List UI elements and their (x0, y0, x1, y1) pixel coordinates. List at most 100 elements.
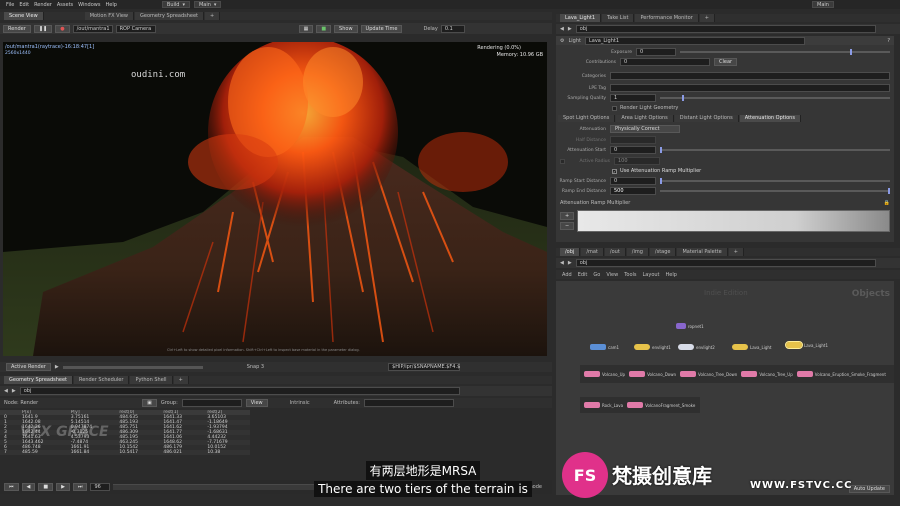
rop-node-field[interactable]: /out/mantra1 (72, 24, 113, 33)
forward-arrow-icon[interactable]: ▶ (12, 388, 16, 394)
menu-edit[interactable]: Edit (19, 2, 29, 8)
menu-help[interactable]: Help (105, 2, 116, 8)
attenuation-dropdown[interactable]: Physically Correct (610, 125, 680, 133)
net-menu-tools[interactable]: Tools (624, 272, 636, 278)
right-main-dropdown[interactable]: Main (812, 1, 834, 8)
half-distance-field[interactable] (610, 136, 656, 144)
render-progress-slider[interactable] (62, 365, 203, 369)
net-menu-edit[interactable]: Edit (578, 272, 588, 278)
stop-playback-icon[interactable]: ■ (38, 483, 54, 491)
node-envlight1[interactable]: envlight1 (634, 344, 671, 350)
ramp-add-icon[interactable]: + (560, 212, 575, 220)
ramp-end-field[interactable]: 500 (610, 187, 656, 195)
node-lava-light1[interactable]: Lava_Light1 (785, 341, 828, 349)
tab-out[interactable]: /out (604, 248, 626, 256)
node-volcano-up[interactable]: Volcano_Up (584, 371, 625, 377)
jump-end-icon[interactable]: ⏭ (72, 483, 88, 491)
build-dropdown[interactable]: Build ▾ (161, 1, 190, 8)
node-name-field[interactable]: Lava_Light1 (584, 36, 805, 45)
node-ropnet1[interactable]: ropnet1 (676, 323, 704, 329)
step-back-icon[interactable]: ◀ (21, 483, 36, 491)
sampling-slider[interactable] (660, 95, 890, 101)
output-path-field[interactable]: $HIP/ipr/$SNAPNAME.$F4.$ (388, 363, 460, 371)
tab-geometry-spreadsheet-lower[interactable]: Geometry Spreadsheet (4, 376, 74, 384)
params-path-field[interactable]: obj (575, 25, 876, 33)
add-tab-button[interactable]: + (205, 12, 221, 20)
net-menu-help[interactable]: Help (666, 272, 677, 278)
grid-icon[interactable]: ▦ (298, 24, 314, 33)
exposure-field[interactable]: 0 (636, 48, 676, 56)
node-envlight2[interactable]: envlight2 (678, 344, 715, 350)
tab-material-palette[interactable]: Material Palette (677, 248, 728, 256)
table-row[interactable]: 7 485.59 1661.84 10.5417 486.021 10.38 (0, 450, 250, 455)
net-menu-go[interactable]: Go (593, 272, 600, 278)
play-icon[interactable]: ▶ (55, 364, 59, 370)
render-light-geo-checkbox[interactable] (612, 105, 617, 111)
back-arrow-icon[interactable]: ◀ (560, 260, 564, 266)
tab-img[interactable]: /img (626, 248, 649, 256)
render-viewport[interactable]: /out/mantra1(raytrace)-16:18:47[1] 2560x… (3, 42, 547, 356)
node-rock-lava[interactable]: Rock_Lava (584, 402, 623, 408)
node-cam1[interactable]: cam1 (590, 344, 619, 350)
active-render-button[interactable]: Active Render (6, 363, 51, 371)
add-tab-button[interactable]: + (699, 14, 715, 22)
add-tab-button[interactable]: + (728, 248, 744, 256)
use-ramp-checkbox[interactable]: ✓ (612, 168, 617, 174)
menu-windows[interactable]: Windows (78, 2, 100, 8)
forward-arrow-icon[interactable]: ▶ (568, 26, 572, 32)
forward-arrow-icon[interactable]: ▶ (568, 260, 572, 266)
tab-performance-monitor[interactable]: Performance Monitor (635, 14, 699, 22)
node-volcano-tree-down[interactable]: Volcano_Tree_Down (680, 371, 737, 377)
ramp-remove-icon[interactable]: − (560, 222, 575, 230)
net-menu-layout[interactable]: Layout (643, 272, 660, 278)
network-editor[interactable]: Indie Edition Objects ropnet1 cam1 envli… (556, 281, 894, 495)
update-time-button[interactable]: Update Time (360, 24, 403, 33)
jump-start-icon[interactable]: ⏮ (4, 483, 19, 491)
tab-obj[interactable]: /obj (560, 248, 581, 256)
current-frame-field[interactable]: 96 (90, 483, 111, 491)
menu-file[interactable]: File (6, 2, 14, 8)
tab-scene-view[interactable]: Scene View (4, 12, 44, 20)
network-path-field[interactable]: obj (575, 259, 876, 267)
active-radius-field[interactable]: 100 (614, 157, 660, 165)
back-arrow-icon[interactable]: ◀ (560, 26, 564, 32)
render-button[interactable]: Render (3, 24, 31, 33)
play-forward-icon[interactable]: ▶ (56, 483, 70, 491)
categories-field[interactable] (610, 72, 890, 80)
node-lava-light[interactable]: Lava_Light (732, 344, 771, 350)
tab-render-scheduler[interactable]: Render Scheduler (74, 376, 130, 384)
help-icon[interactable]: ? (887, 38, 890, 44)
stop-icon[interactable]: ● (55, 24, 70, 33)
tab-spot-light-options[interactable]: Spot Light Options (558, 114, 616, 122)
active-radius-checkbox[interactable] (560, 158, 565, 164)
tab-python-shell[interactable]: Python Shell (130, 376, 173, 384)
ramp-start-field[interactable]: 0 (610, 177, 656, 185)
menu-render[interactable]: Render (34, 2, 52, 8)
net-menu-add[interactable]: Add (562, 272, 572, 278)
atten-start-slider[interactable] (660, 147, 890, 153)
delay-field[interactable]: 0.1 (440, 24, 465, 33)
lpe-field[interactable] (610, 84, 890, 92)
camera-field[interactable]: ROP Camera (115, 24, 156, 33)
tab-area-light-options[interactable]: Area Light Options (616, 114, 674, 122)
tab-attenuation-options[interactable]: Attenuation Options (739, 114, 801, 122)
ramp-end-slider[interactable] (660, 188, 890, 194)
add-tab-button[interactable]: + (173, 376, 189, 384)
view-dropdown[interactable]: View (245, 399, 268, 407)
ramp-start-slider[interactable] (660, 178, 890, 184)
contributions-field[interactable]: 0 (620, 58, 710, 66)
menu-assets[interactable]: Assets (57, 2, 73, 8)
sampling-field[interactable]: 1 (610, 94, 656, 102)
node-fragment-smoke[interactable]: VolcanoFragment_Smoke (627, 402, 695, 408)
attributes-field[interactable] (364, 399, 454, 407)
group-field[interactable] (181, 399, 242, 407)
auto-update-button[interactable]: Auto Update (848, 485, 890, 493)
tab-lava-light1[interactable]: Lava_Light1 (560, 14, 602, 22)
tab-take-list[interactable]: Take List (602, 14, 635, 22)
ramp-lock-icon[interactable]: 🔒 (884, 200, 890, 206)
node-volcano-eruption[interactable]: Volcano_Eruption_Smoke_Fragment (796, 371, 886, 377)
green-square-icon[interactable]: ■ (316, 24, 332, 33)
tab-distant-light-options[interactable]: Distant Light Options (674, 114, 739, 122)
ramp-gradient[interactable] (577, 210, 890, 232)
back-arrow-icon[interactable]: ◀ (4, 388, 8, 394)
